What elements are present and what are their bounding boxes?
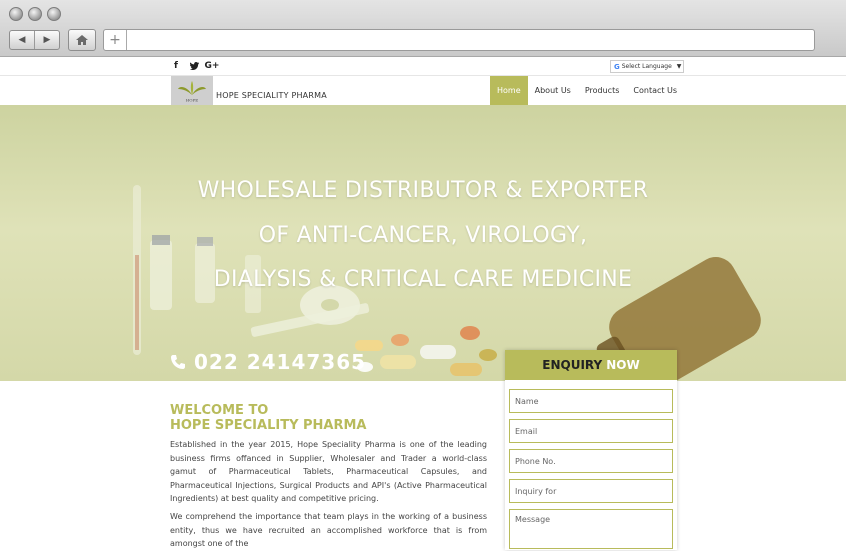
nav-contact-us[interactable]: Contact Us xyxy=(626,76,684,105)
back-icon[interactable]: ◀ xyxy=(10,31,35,49)
address-bar[interactable]: + xyxy=(103,29,815,51)
welcome-heading-line-1: WELCOME TO xyxy=(170,403,269,418)
window-maximize-dot[interactable] xyxy=(47,7,61,21)
window-close-dot[interactable] xyxy=(9,7,23,21)
enquiry-form: ENQUIRY NOW Name Email Phone No. Inquiry… xyxy=(505,350,677,550)
google-icon: G xyxy=(614,62,620,71)
intro-paragraph: Established in the year 2015, Hope Speci… xyxy=(170,440,487,503)
inquiry-for-field[interactable]: Inquiry for xyxy=(509,479,673,503)
enquiry-title: ENQUIRY NOW xyxy=(505,350,677,380)
enquiry-title-word-2: NOW xyxy=(606,358,640,372)
home-icon xyxy=(76,35,88,45)
social-links: f G+ xyxy=(170,60,220,72)
window-minimize-dot[interactable] xyxy=(28,7,42,21)
logo-leaf-icon: HOPE xyxy=(178,80,206,102)
divider xyxy=(0,75,846,76)
language-select[interactable]: G Select Language ▼ xyxy=(610,60,684,73)
history-buttons: ◀ ▶ xyxy=(9,30,60,50)
enquiry-title-word-1: ENQUIRY xyxy=(542,358,603,372)
hero-title-line-2: OF ANTI-CANCER, VIROLOGY, xyxy=(258,223,588,248)
home-button[interactable] xyxy=(68,29,96,51)
email-field[interactable]: Email xyxy=(509,419,673,443)
google-plus-icon[interactable]: G+ xyxy=(205,60,220,72)
welcome-heading-line-2: HOPE SPECIALITY PHARMA xyxy=(170,418,367,433)
name-field[interactable]: Name xyxy=(509,389,673,413)
site-logo[interactable]: HOPE xyxy=(171,76,213,105)
hero-title-line-3: DIALYSIS & CRITICAL CARE MEDICINE xyxy=(213,267,633,292)
new-tab-icon[interactable]: + xyxy=(104,30,127,50)
nav-about-us[interactable]: About Us xyxy=(528,76,578,105)
message-field[interactable]: Message xyxy=(509,509,673,549)
welcome-heading: WELCOME TO HOPE SPECIALITY PHARMA xyxy=(170,403,366,433)
phone-number-text: 022 24147365 xyxy=(194,350,367,374)
nav-products[interactable]: Products xyxy=(578,76,627,105)
twitter-icon[interactable] xyxy=(188,60,200,72)
hero-title-line-1: WHOLESALE DISTRIBUTOR & EXPORTER xyxy=(197,178,649,203)
main-nav: Home About Us Products Contact Us xyxy=(490,76,684,105)
phone-icon xyxy=(171,355,185,369)
facebook-icon[interactable]: f xyxy=(170,60,182,72)
phone-number[interactable]: 022 24147365 xyxy=(170,350,366,374)
phone-field[interactable]: Phone No. xyxy=(509,449,673,473)
brand-name[interactable]: HOPE SPECIALITY PHARMA xyxy=(216,91,327,100)
browser-chrome: ◀ ▶ + xyxy=(0,0,846,57)
team-paragraph: We comprehend the importance that team p… xyxy=(170,512,487,548)
nav-home[interactable]: Home xyxy=(490,76,528,105)
hero-banner: WHOLESALE DISTRIBUTOR & EXPORTER OF ANTI… xyxy=(0,105,846,381)
forward-icon[interactable]: ▶ xyxy=(35,31,59,49)
chevron-down-icon: ▼ xyxy=(676,63,682,70)
logo-caption: HOPE xyxy=(186,97,198,102)
language-select-label: Select Language xyxy=(621,63,672,70)
